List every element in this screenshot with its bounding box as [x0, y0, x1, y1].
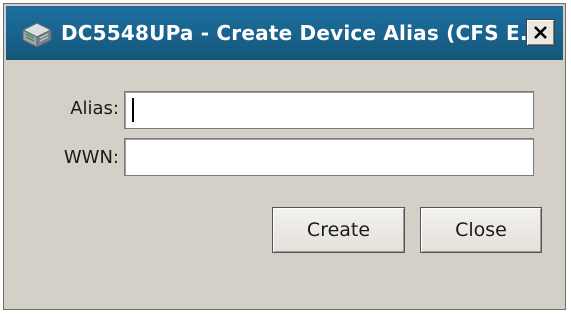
wwn-input[interactable] [124, 138, 534, 176]
wwn-label: WWN: [63, 147, 119, 168]
window-close-button[interactable] [526, 19, 555, 46]
close-icon [534, 26, 547, 39]
title-bar[interactable]: DC5548UPa - Create Device Alias (CFS E..… [6, 6, 563, 60]
switch-device-icon [21, 22, 53, 48]
alias-input[interactable] [124, 91, 534, 129]
window-title: DC5548UPa - Create Device Alias (CFS E..… [61, 21, 544, 45]
create-button[interactable]: Create [272, 207, 405, 253]
alias-label: Alias: [70, 98, 119, 119]
dialog-body: Alias: WWN: Create Close [6, 60, 563, 307]
text-caret [132, 98, 134, 122]
close-button[interactable]: Close [420, 207, 542, 253]
create-device-alias-dialog: DC5548UPa - Create Device Alias (CFS E..… [3, 3, 566, 310]
